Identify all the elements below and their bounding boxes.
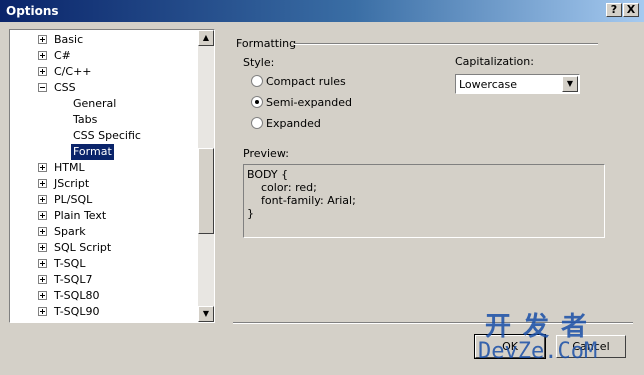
tree-item[interactable]: HTML — [12, 160, 198, 176]
tree-vertical-scrollbar[interactable]: ▲ ▼ — [198, 30, 214, 322]
preview-line: color: red; — [247, 181, 317, 194]
tree-item-label: PL/SQL — [54, 193, 93, 206]
tree-item[interactable]: Format — [12, 144, 198, 160]
chevron-down-icon[interactable]: ▼ — [562, 76, 578, 92]
tree-item[interactable]: JScript — [12, 176, 198, 192]
tree-item[interactable]: C/C++ — [12, 64, 198, 80]
preview-line: font-family: Arial; — [247, 194, 356, 207]
tree-item[interactable]: Basic — [12, 32, 198, 48]
tree-item-label: Spark — [54, 225, 86, 238]
tree-item-label: T-SQL7 — [54, 273, 93, 286]
tree-item[interactable]: T-SQL80 — [12, 288, 198, 304]
tree-item-label: HTML — [54, 161, 85, 174]
expand-icon[interactable] — [38, 227, 47, 236]
radio-expanded[interactable] — [251, 117, 263, 129]
expand-icon[interactable] — [38, 275, 47, 284]
radio-expanded-label[interactable]: Expanded — [266, 117, 321, 130]
tree-item-label: C/C++ — [54, 65, 92, 78]
style-label: Style: — [243, 56, 275, 69]
tree-item-label: T-SQL90 — [54, 305, 100, 318]
tree-item-label: Plain Text — [54, 209, 107, 222]
preview-label: Preview: — [243, 147, 289, 160]
window-title: Options — [6, 4, 59, 18]
tree-item[interactable]: CSS — [12, 80, 198, 96]
expand-icon[interactable] — [38, 179, 47, 188]
tree-item-label: CSS Specific — [73, 129, 141, 142]
tree-item-label: CSS — [54, 81, 76, 94]
radio-semi-expanded[interactable] — [251, 96, 263, 108]
tree-item-label: General — [73, 97, 117, 110]
options-tree[interactable]: Basic C# C/C++ CSS General Tabs CSS Specific Fo… — [9, 29, 215, 323]
watermark-logo: 开发者 — [485, 312, 600, 342]
tree-item[interactable]: Spark — [12, 224, 198, 240]
expand-icon[interactable] — [38, 51, 47, 60]
tree-item-label: T-SQL80 — [54, 289, 100, 302]
tree-item-label: SQL Script — [54, 241, 112, 254]
expand-icon[interactable] — [38, 195, 47, 204]
expand-icon[interactable] — [38, 243, 47, 252]
title-bar: Options ? X — [0, 0, 644, 22]
radio-semi-expanded-label[interactable]: Semi-expanded — [266, 96, 352, 109]
tree-item-label: JScript — [54, 177, 90, 190]
scroll-up-button[interactable]: ▲ — [198, 30, 214, 46]
expand-icon[interactable] — [38, 307, 47, 316]
expand-icon[interactable] — [38, 211, 47, 220]
scroll-down-button[interactable]: ▼ — [198, 306, 214, 322]
help-button[interactable]: ? — [606, 3, 622, 17]
collapse-icon[interactable] — [38, 83, 47, 92]
tree-item[interactable]: T-SQL7 — [12, 272, 198, 288]
capitalization-select[interactable]: Lowercase ▼ — [455, 74, 580, 94]
tree-item-label: Tabs — [73, 113, 98, 126]
radio-compact-rules-label[interactable]: Compact rules — [266, 75, 346, 88]
formatting-group-divider — [294, 43, 598, 45]
preview-box: BODY { color: red; font-family: Arial; } — [243, 164, 605, 238]
tree-item[interactable]: SQL Script — [12, 240, 198, 256]
capitalization-value: Lowercase — [459, 78, 517, 91]
tree-item[interactable]: C# — [12, 48, 198, 64]
expand-icon[interactable] — [38, 163, 47, 172]
tree-item-label: T-SQL — [54, 257, 86, 270]
tree-item[interactable]: CSS Specific — [12, 128, 198, 144]
tree-item[interactable]: T-SQL — [12, 256, 198, 272]
expand-icon[interactable] — [38, 67, 47, 76]
close-button[interactable]: X — [623, 3, 639, 17]
tree-item[interactable]: Tabs — [12, 112, 198, 128]
preview-line: BODY { — [247, 168, 289, 181]
watermark-logo-text: DevZe.CoM — [478, 339, 598, 364]
tree-item-label: Format — [71, 144, 114, 160]
tree-item[interactable]: General — [12, 96, 198, 112]
tree-item[interactable]: Plain Text — [12, 208, 198, 224]
scroll-thumb[interactable] — [198, 148, 214, 234]
tree-item[interactable]: T-SQL90 — [12, 304, 198, 320]
expand-icon[interactable] — [38, 291, 47, 300]
tree-item-label: Basic — [54, 33, 84, 46]
tree-items: Basic C# C/C++ CSS General Tabs CSS Specific Fo… — [12, 32, 198, 320]
radio-compact-rules[interactable] — [251, 75, 263, 87]
tree-item-label: C# — [54, 49, 71, 62]
preview-line: } — [247, 207, 254, 220]
tree-item[interactable]: PL/SQL — [12, 192, 198, 208]
formatting-group-label: Formatting — [236, 37, 297, 50]
capitalization-label: Capitalization: — [455, 55, 534, 68]
expand-icon[interactable] — [38, 259, 47, 268]
expand-icon[interactable] — [38, 35, 47, 44]
